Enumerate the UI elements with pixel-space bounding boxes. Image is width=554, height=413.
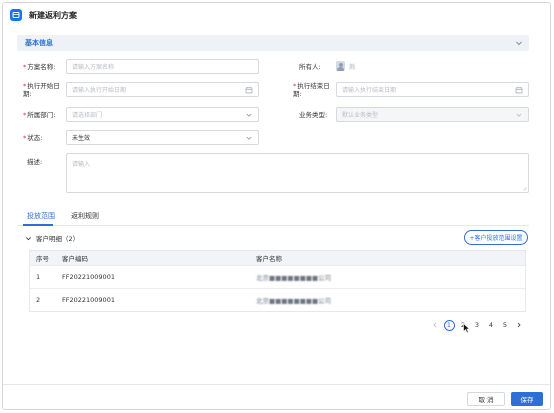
save-button[interactable]: 保存 (511, 392, 543, 406)
row-index: 1 (36, 273, 41, 281)
chevron-down-icon[interactable] (25, 235, 32, 242)
description-textarea[interactable]: 请输入 (66, 153, 529, 193)
status-select[interactable]: 未生效 (66, 130, 259, 145)
start-date-label: *执行开始日 期: (23, 82, 60, 98)
next-page-button[interactable] (512, 319, 526, 331)
chevron-right-icon (517, 322, 521, 328)
chevron-down-icon[interactable] (515, 111, 523, 119)
row-index: 2 (36, 296, 41, 304)
avatar (336, 61, 345, 71)
business-type-select[interactable]: 默认业务类型 (336, 107, 529, 122)
chevron-left-icon (433, 322, 437, 328)
department-placeholder: 请选择部门 (72, 112, 103, 119)
tab-rebate-rules[interactable]: 返利规则 (71, 211, 99, 221)
app-icon (10, 9, 22, 21)
column-header-name: 客户名称 (256, 255, 282, 263)
section-basic-info[interactable]: 基本信息 (17, 35, 529, 51)
active-tab-indicator (23, 224, 53, 226)
add-customer-scope-button[interactable]: +客户投放范围设置 (464, 230, 528, 245)
page-3[interactable]: 3 (470, 319, 484, 331)
calendar-icon[interactable] (515, 86, 523, 94)
table-row[interactable]: 2 FF20221009001 北京■■■■■■■■公司 (30, 288, 525, 311)
cursor-icon (463, 323, 471, 334)
department-select[interactable]: 请选择部门 (66, 107, 259, 122)
start-date-input[interactable]: 请输入执行开始日期 (66, 82, 259, 97)
status-label: *状态: (23, 134, 43, 142)
row-code: FF20221009001 (62, 296, 115, 304)
department-label: *所属部门: (23, 111, 56, 119)
owner-field[interactable]: 刘 (336, 61, 361, 71)
resize-grip-icon[interactable] (522, 186, 527, 191)
column-header-index: 序号 (36, 255, 49, 263)
page-1[interactable]: 1 (443, 319, 455, 331)
column-header-code: 客户编码 (62, 255, 88, 263)
row-name: 北京■■■■■■■■公司 (256, 274, 332, 282)
chevron-down-icon[interactable] (515, 39, 523, 47)
chevron-down-icon[interactable] (245, 111, 253, 119)
end-date-placeholder: 请输入执行结束日期 (342, 87, 397, 94)
business-type-value: 默认业务类型 (342, 112, 379, 119)
row-code: FF20221009001 (62, 273, 115, 281)
customer-group-toggle[interactable]: 客户明细（2） (25, 233, 79, 243)
row-name: 北京■■■■■■■■公司 (256, 297, 332, 305)
description-placeholder: 请输入 (72, 161, 91, 168)
owner-name: 刘 (349, 63, 362, 71)
pagination: 1 2 3 4 5 (428, 319, 526, 331)
end-date-input[interactable]: 请输入执行结束日期 (336, 82, 529, 97)
owner-label: 所有人: (299, 63, 321, 71)
plan-name-input[interactable]: 请输入方案名称 (66, 59, 259, 74)
customer-table: 序号 客户编码 客户名称 1 FF20221009001 北京■■■■■■■■公… (29, 250, 526, 312)
end-date-label: *执行结束日 期: (293, 82, 330, 98)
plan-name-label: *方案名称: (23, 63, 56, 71)
page-5[interactable]: 5 (498, 319, 512, 331)
title-bar: 新建返利方案 (3, 3, 550, 27)
dialog-title: 新建返利方案 (29, 10, 77, 20)
calendar-icon[interactable] (245, 86, 253, 94)
chevron-down-icon[interactable] (245, 134, 253, 142)
customer-group-label: 客户明细（2） (36, 235, 80, 243)
status-value: 未生效 (72, 135, 91, 142)
table-header: 序号 客户编码 客户名称 (30, 251, 525, 265)
description-label: 描述: (27, 158, 43, 166)
section-title: 基本信息 (25, 39, 53, 47)
tab-scope[interactable]: 投放范围 (27, 211, 55, 221)
business-type-label: 业务类型: (299, 111, 328, 119)
cancel-button[interactable]: 取 消 (467, 392, 505, 406)
dialog-footer: 取 消 保存 (3, 384, 550, 409)
page-4[interactable]: 4 (484, 319, 498, 331)
tab-bar: 投放范围 返利规则 (17, 206, 529, 226)
prev-page-button[interactable] (428, 319, 442, 331)
table-row[interactable]: 1 FF20221009001 北京■■■■■■■■公司 (30, 265, 525, 288)
start-date-placeholder: 请输入执行开始日期 (72, 87, 127, 94)
dialog-window: 新建返利方案 基本信息 *方案名称: 请输入方案名称 所有人: 刘 *执行开始日… (2, 2, 551, 410)
